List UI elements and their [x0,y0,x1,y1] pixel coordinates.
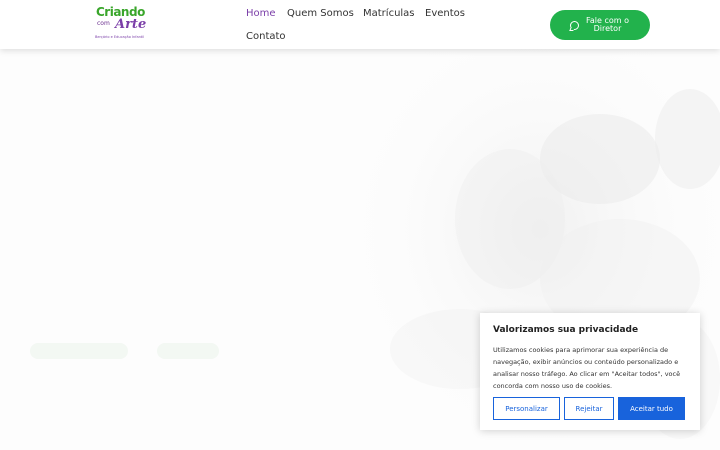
whatsapp-icon [569,20,579,30]
customize-button[interactable]: Personalizar [493,397,560,420]
cookie-title: Valorizamos sua privacidade [493,325,639,335]
talk-to-director-button[interactable]: Fale com o Diretor [550,10,650,40]
nav-item-home[interactable]: Home [246,7,276,21]
site-header: Criando com Arte Berçário e Educação Inf… [0,0,720,49]
nav-item-quem-somos[interactable]: Quem Somos [287,7,354,21]
reject-button[interactable]: Rejeitar [564,397,614,420]
logo-line-3: Arte [115,17,147,32]
hero-secondary-button[interactable] [157,343,219,359]
talk-to-director-label: Fale com o Diretor [586,16,629,33]
cookie-description: Utilizamos cookies para aprimorar sua ex… [493,346,681,390]
cookie-actions: Personalizar Rejeitar Aceitar tudo [493,397,685,420]
accept-all-button[interactable]: Aceitar tudo [618,397,685,420]
nav-item-eventos[interactable]: Eventos [425,7,465,21]
logo-tagline: Berçário e Educação Infantil [95,35,145,39]
cookie-consent-banner: Valorizamos sua privacidade Utilizamos c… [480,313,700,430]
logo-line-2: com [97,20,110,27]
site-logo[interactable]: Criando com Arte Berçário e Educação Inf… [95,5,149,41]
hero-primary-button[interactable] [30,343,128,359]
nav-item-matriculas[interactable]: Matrículas [363,7,415,21]
nav-item-contato[interactable]: Contato [246,30,286,44]
